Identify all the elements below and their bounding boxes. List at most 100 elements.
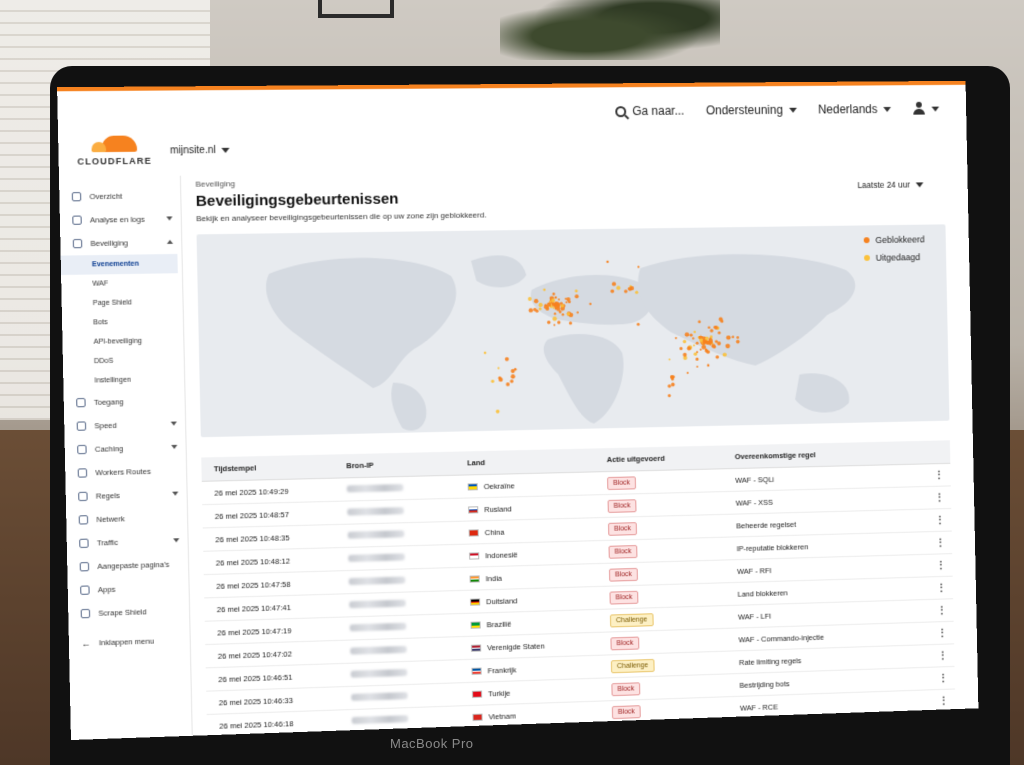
action-badge: Block (611, 682, 640, 696)
more-options-icon[interactable]: ⋮ (930, 604, 953, 617)
logo-wordmark: CLOUDFLARE (77, 156, 152, 167)
collapse-menu-button[interactable]: ← Inklappen menu (69, 628, 190, 655)
sidebar-item-toegang[interactable]: Toegang (64, 389, 185, 415)
zone-selector[interactable]: mijnsite.nl (170, 145, 230, 157)
sidebar-subitem-waf[interactable]: WAF (61, 273, 182, 294)
language-menu[interactable]: Nederlands (818, 102, 891, 116)
sidebar-item-aangepaste-paginas[interactable]: Aangepaste pagina's (67, 552, 188, 579)
timestamp-cell: 26 mei 2025 10:46:33 (219, 693, 352, 707)
sidebar-item-workers-routes[interactable]: Workers Routes (65, 459, 186, 485)
redacted-ip (351, 668, 408, 677)
more-options-icon[interactable]: ⋮ (931, 626, 954, 639)
more-options-icon[interactable]: ⋮ (932, 694, 955, 708)
sidebar-item-traffic[interactable]: Traffic (67, 529, 188, 556)
account-menu[interactable] (912, 102, 939, 116)
flag-icon (472, 690, 482, 697)
sidebar-item-label: Aangepaste pagina's (97, 560, 169, 571)
sidebar-item-label: Speed (94, 421, 117, 431)
action-cell: Block (608, 519, 736, 535)
continents (265, 250, 858, 433)
column-header-timestamp[interactable]: Tijdstempel (214, 461, 347, 473)
event-dot (679, 347, 682, 350)
source-ip-cell (350, 643, 471, 656)
sidebar-item-scrape-shield[interactable]: Scrape Shield (68, 599, 189, 626)
laptop-label: MacBook Pro (390, 736, 474, 751)
sidebar-subitem-ddos[interactable]: DDoS (63, 350, 184, 372)
more-options-icon[interactable]: ⋮ (931, 649, 954, 663)
sidebar-subitem-evenementen[interactable]: Evenementen (61, 254, 178, 275)
column-header-country[interactable]: Land (467, 455, 607, 467)
sidebar-subitem-api[interactable]: API-beveiliging (62, 331, 183, 353)
main-content: Beveiliging Beveiligingsgebeurtenissen B… (195, 167, 955, 735)
flag-icon (470, 575, 480, 582)
sidebar-subitem-page-shield[interactable]: Page Shield (61, 292, 182, 313)
column-header-action[interactable]: Actie uitgevoerd (607, 452, 735, 464)
flag-icon (469, 552, 479, 559)
sidebar-item-analyse[interactable]: Analyse en logs (60, 207, 181, 232)
event-dot (668, 384, 672, 388)
sidebar-item-beveiliging[interactable]: Beveiliging (60, 231, 181, 256)
time-range-selector[interactable]: Laatste 24 uur (857, 179, 923, 190)
action-badge: Block (608, 499, 637, 513)
redacted-ip (351, 692, 408, 701)
time-range-label: Laatste 24 uur (857, 180, 910, 190)
column-header-rule[interactable]: Overeenkomstige regel (735, 448, 927, 461)
timestamp-cell: 26 mei 2025 10:48:35 (215, 531, 348, 544)
source-ip-cell (351, 666, 472, 679)
sidebar-item-netwerk[interactable]: Netwerk (66, 506, 187, 532)
user-icon (912, 102, 926, 116)
chevron-down-icon (789, 107, 797, 112)
timestamp-cell: 26 mei 2025 10:48:57 (215, 508, 348, 520)
action-badge: Block (608, 545, 637, 559)
sidebar-item-speed[interactable]: Speed (64, 412, 185, 438)
rule-cell: WAF - RCE (740, 697, 932, 713)
country-name: Indonesië (485, 550, 518, 560)
traffic-icon (79, 539, 89, 548)
sidebar-item-caching[interactable]: Caching (65, 436, 186, 462)
event-dot (707, 364, 710, 367)
flag-icon (470, 598, 480, 605)
event-dot (668, 358, 670, 360)
sidebar-item-label: Scrape Shield (98, 607, 146, 618)
sidebar-subitem-bots[interactable]: Bots (62, 312, 183, 333)
threat-map[interactable]: Geblokkeerd Uitgedaagd (197, 224, 950, 437)
chevron-down-icon (931, 106, 939, 111)
more-options-icon[interactable]: ⋮ (928, 491, 951, 504)
support-menu[interactable]: Ondersteuning (706, 103, 797, 118)
action-badge: Block (610, 636, 639, 650)
event-dot (675, 337, 677, 339)
more-options-icon[interactable]: ⋮ (927, 468, 950, 481)
country-name: Verenigde Staten (487, 641, 545, 652)
wrench-icon (80, 562, 90, 571)
more-options-icon[interactable]: ⋮ (929, 536, 952, 549)
rule-cell: WAF - Commando-injectie (738, 629, 930, 644)
event-dot (510, 379, 514, 383)
goto-button[interactable]: Ga naar... (615, 104, 684, 118)
cloudflare-logo[interactable]: CLOUDFLARE (73, 133, 157, 175)
rule-cell: WAF - SQLi (735, 471, 927, 485)
action-badge: Block (609, 590, 638, 604)
country-cell: China (469, 524, 609, 537)
chevron-down-icon (166, 216, 172, 220)
more-options-icon[interactable]: ⋮ (928, 513, 951, 526)
chart-icon (72, 216, 82, 225)
zone-name: mijnsite.nl (170, 145, 216, 157)
access-icon (76, 398, 86, 407)
country-name: India (486, 573, 502, 582)
language-label: Nederlands (818, 102, 878, 116)
column-header-source-ip[interactable]: Bron-IP (346, 458, 467, 470)
action-badge: Block (607, 476, 636, 490)
country-cell: Verenigde Staten (471, 639, 611, 652)
more-options-icon[interactable]: ⋮ (930, 581, 953, 594)
sidebar-item-overzicht[interactable]: Overzicht (59, 184, 180, 209)
sidebar-item-label: Toegang (94, 397, 124, 407)
sidebar-item-label: Workers Routes (95, 467, 151, 477)
more-options-icon[interactable]: ⋮ (929, 559, 952, 572)
rule-cell: Land blokkeren (737, 584, 929, 599)
sidebar-subitem-instellingen[interactable]: Instellingen (63, 370, 184, 392)
more-options-icon[interactable]: ⋮ (932, 671, 955, 685)
sidebar-item-regels[interactable]: Regels (66, 482, 187, 508)
sidebar-item-apps[interactable]: Apps (68, 576, 189, 603)
event-dot (687, 372, 689, 374)
action-badge: Challenge (610, 613, 653, 627)
